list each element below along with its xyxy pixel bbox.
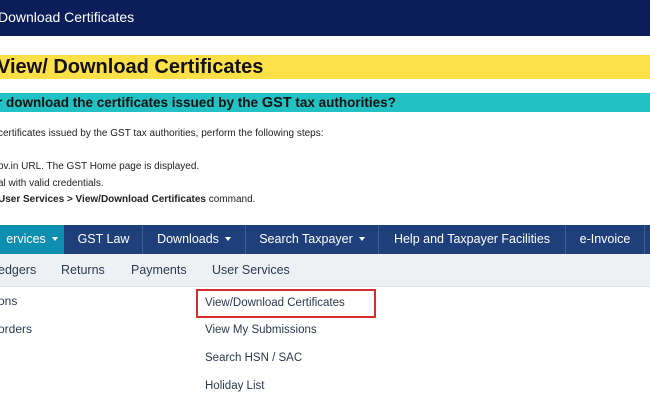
question-heading: r download the certificates issued by th… bbox=[0, 95, 396, 111]
nav-gst-law[interactable]: GST Law bbox=[65, 225, 142, 254]
top-bar: Download Certificates bbox=[0, 0, 650, 36]
main-heading-banner: View/ Download Certificates bbox=[0, 55, 650, 79]
nav-separator bbox=[644, 225, 645, 254]
menu-view-my-submissions[interactable]: View My Submissions bbox=[205, 323, 317, 337]
steps-intro: certificates issued by the GST tax autho… bbox=[0, 128, 324, 139]
menu-search-hsn-sac[interactable]: Search HSN / SAC bbox=[205, 351, 302, 365]
caret-down-icon bbox=[51, 236, 58, 241]
step-1: ov.in URL. The GST Home page is displaye… bbox=[0, 161, 200, 172]
main-heading: View/ Download Certificates bbox=[0, 56, 264, 78]
menu-view-download-certificates[interactable]: View/Download Certificates bbox=[205, 296, 345, 310]
caret-down-icon bbox=[224, 236, 231, 241]
nav-search-taxpayer[interactable]: Search Taxpayer bbox=[246, 225, 378, 254]
menu-holiday-list[interactable]: Holiday List bbox=[205, 379, 264, 393]
page-tab-title: Download Certificates bbox=[0, 9, 135, 25]
step-3: User Services > View/Download Certificat… bbox=[0, 194, 256, 205]
nav-e-invoice[interactable]: e-Invoice bbox=[566, 225, 644, 254]
nav-downloads[interactable]: Downloads bbox=[143, 225, 245, 254]
subnav-returns[interactable]: Returns bbox=[61, 254, 105, 287]
subnav-payments[interactable]: Payments bbox=[131, 254, 187, 287]
nav-services[interactable]: ervices bbox=[0, 225, 64, 254]
nav-help-taxpayer-facilities[interactable]: Help and Taxpayer Facilities bbox=[379, 225, 565, 254]
step-2: al with valid credentials. bbox=[0, 178, 104, 189]
subnav-ledgers[interactable]: edgers bbox=[0, 254, 36, 287]
subnav-user-services[interactable]: User Services bbox=[212, 254, 290, 287]
left-menu-item-2[interactable]: orders bbox=[0, 322, 32, 336]
main-navigation: ervices GST Law Downloads Search Taxpaye… bbox=[0, 225, 650, 254]
caret-down-icon bbox=[358, 236, 365, 241]
services-sub-navigation: edgers Returns Payments User Services bbox=[0, 254, 650, 287]
question-heading-banner: r download the certificates issued by th… bbox=[0, 93, 650, 112]
left-menu-item-1[interactable]: ons bbox=[0, 294, 17, 308]
